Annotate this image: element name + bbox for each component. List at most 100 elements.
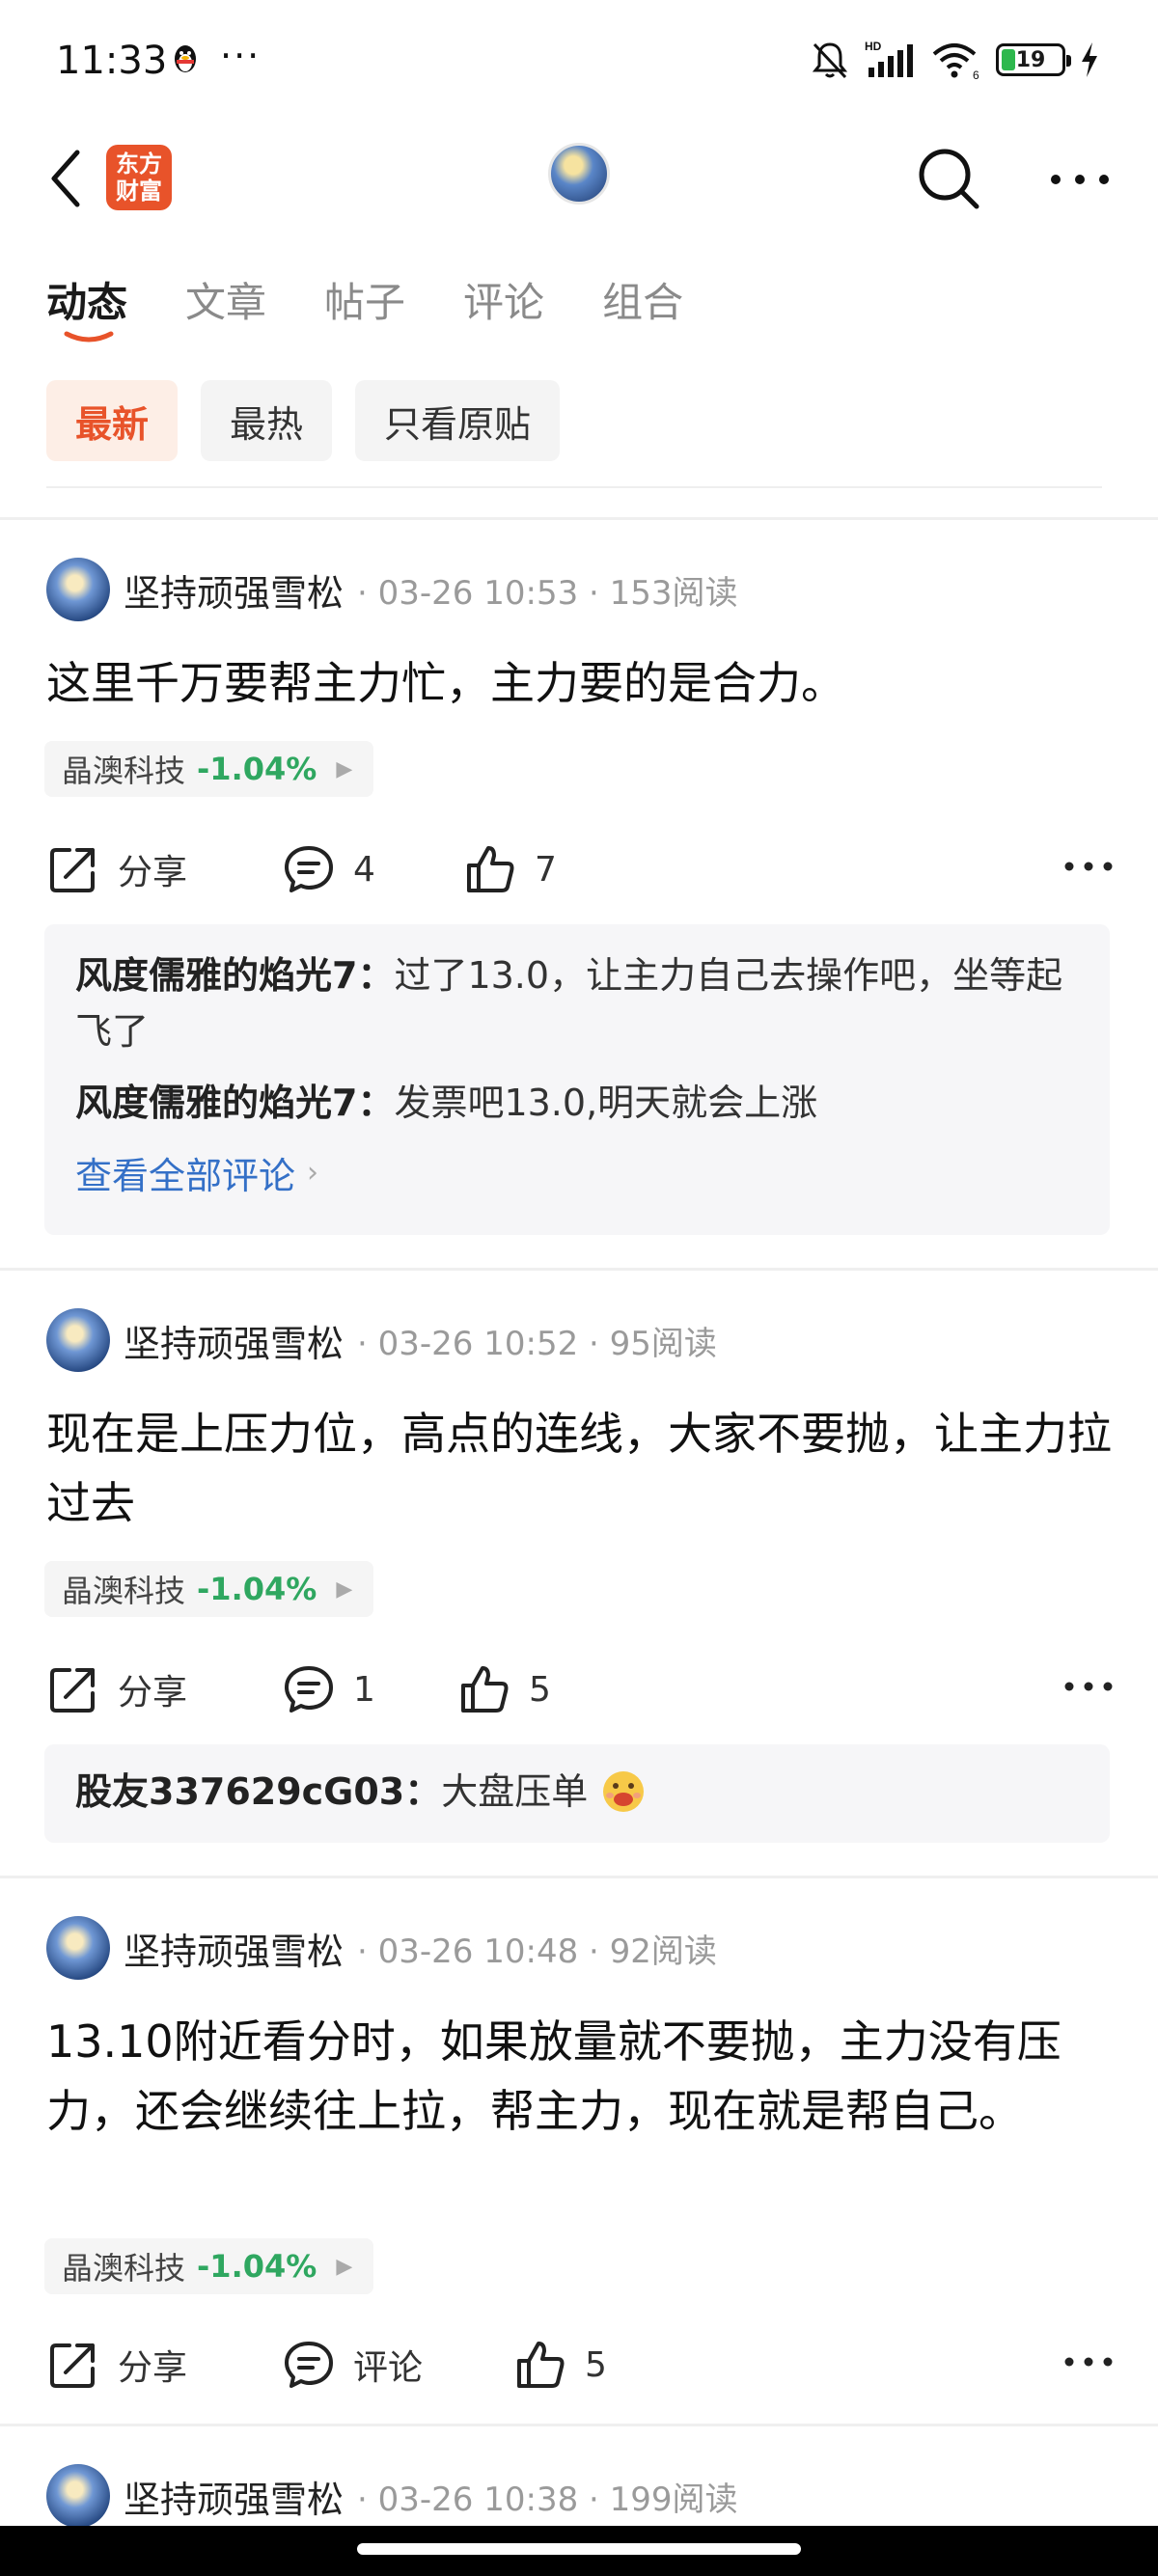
- filter-hottest[interactable]: 最热: [201, 380, 333, 461]
- post-actions: 分享 4 7: [46, 836, 1117, 903]
- post-content[interactable]: 13.10附近看分时，如果放量就不要抛，主力没有压力，还会继续往上拉，帮主力，现…: [46, 2007, 1117, 2146]
- post-header: 坚持顽强雪松 · 03-26 10:53 · 153阅读: [46, 556, 738, 623]
- tab-label: 文章: [185, 279, 267, 326]
- like-button[interactable]: 5: [457, 1656, 551, 1723]
- comment-button[interactable]: 1: [282, 1656, 375, 1723]
- post-meta: · 03-26 10:52 · 95阅读: [357, 1324, 717, 1363]
- play-triangle-icon: ▶: [336, 1576, 353, 1602]
- stock-name: 晶澳科技: [62, 1573, 186, 1609]
- brand-logo[interactable]: 东方财富: [106, 145, 172, 210]
- comment-item[interactable]: 股友337629cG03：大盘压单: [75, 1764, 1079, 1820]
- share-icon: [50, 848, 95, 892]
- tab-posts[interactable]: 帖子: [324, 270, 405, 328]
- avatar[interactable]: [46, 2464, 110, 2528]
- post-content[interactable]: 现在是上压力位，高点的连线，大家不要抛，让主力拉过去: [46, 1399, 1117, 1538]
- tab-dynamics[interactable]: 动态: [46, 270, 127, 343]
- notification-more-icon: ···: [220, 35, 262, 77]
- thumbs-up-icon: [517, 2342, 565, 2388]
- chevron-right-icon: ›: [307, 1156, 319, 1190]
- stock-change: -1.04%: [197, 1571, 317, 1607]
- thumbs-up-icon: [467, 846, 514, 892]
- back-arrow-icon[interactable]: [42, 145, 96, 212]
- emoji-icon: [603, 1771, 645, 1812]
- share-button[interactable]: 分享: [46, 836, 187, 903]
- cellular-signal-icon: HD: [865, 40, 913, 77]
- share-icon: [50, 1668, 95, 1713]
- like-count: 5: [529, 1669, 551, 1710]
- comment-icon: [285, 2342, 333, 2388]
- like-button[interactable]: 7: [463, 836, 557, 903]
- post-meta: · 03-26 10:53 · 153阅读: [357, 573, 738, 613]
- comment-preview[interactable]: 风度儒雅的焰光7：过了13.0，让主力自己去操作吧，坐等起飞了 风度儒雅的焰光7…: [44, 924, 1110, 1235]
- post-content[interactable]: 这里千万要帮主力忙，主力要的是合力。: [46, 648, 1117, 718]
- comment-author[interactable]: 风度儒雅的焰光7：: [75, 1082, 394, 1124]
- more-dots-icon[interactable]: [1060, 1667, 1117, 1706]
- tab-label: 评论: [463, 279, 545, 326]
- stock-tag[interactable]: 晶澳科技 -1.04% ▶: [44, 2238, 374, 2294]
- avatar[interactable]: [46, 558, 110, 621]
- more-dots-icon[interactable]: [1060, 847, 1117, 886]
- comment-item[interactable]: 风度儒雅的焰光7：发票吧13.0,明天就会上涨: [75, 1075, 1079, 1131]
- thumbs-up-icon: [461, 1666, 509, 1713]
- share-button[interactable]: 分享: [46, 1656, 187, 1723]
- comment-text: 发票吧13.0,明天就会上涨: [394, 1082, 818, 1124]
- like-count: 5: [585, 2344, 607, 2385]
- post-author[interactable]: 坚持顽强雪松: [124, 2470, 344, 2523]
- comment-author[interactable]: 股友337629cG03：: [75, 1770, 441, 1813]
- bell-muted-icon: [812, 42, 848, 79]
- filter-latest[interactable]: 最新: [46, 380, 179, 461]
- comment-count: 1: [353, 1669, 375, 1710]
- avatar[interactable]: [46, 1308, 110, 1372]
- share-label: 分享: [118, 853, 188, 892]
- post-author[interactable]: 坚持顽强雪松: [124, 563, 344, 617]
- svg-text:6: 6: [973, 69, 979, 81]
- comment-preview[interactable]: 股友337629cG03：大盘压单: [44, 1744, 1110, 1843]
- charging-bolt-icon: [1082, 42, 1097, 77]
- stock-tag[interactable]: 晶澳科技 -1.04% ▶: [44, 1561, 374, 1617]
- post-header: 坚持顽强雪松 · 03-26 10:38 · 199阅读: [46, 2462, 738, 2530]
- tab-articles[interactable]: 文章: [185, 270, 266, 328]
- home-indicator[interactable]: [357, 2543, 801, 2555]
- battery-indicator: 19: [996, 43, 1071, 76]
- comment-icon: [285, 1666, 333, 1713]
- comment-count: 4: [353, 849, 375, 890]
- stock-name: 晶澳科技: [62, 753, 186, 789]
- more-dots-icon[interactable]: [1060, 2343, 1117, 2381]
- share-label: 分享: [118, 1673, 188, 1713]
- comment-button[interactable]: 4: [282, 836, 375, 903]
- comment-author[interactable]: 风度儒雅的焰光7：: [75, 954, 394, 997]
- profile-avatar[interactable]: [548, 143, 610, 205]
- comment-item[interactable]: 风度儒雅的焰光7：过了13.0，让主力自己去操作吧，坐等起飞了: [75, 947, 1079, 1059]
- divider: [46, 486, 1102, 488]
- tab-portfolio[interactable]: 组合: [602, 270, 683, 328]
- filter-chips: 最新 最热 只看原贴: [46, 380, 561, 461]
- view-all-comments-link[interactable]: 查看全部评论 ›: [75, 1146, 1079, 1199]
- stock-change: -1.04%: [197, 751, 317, 787]
- tab-label: 组合: [602, 279, 684, 326]
- play-triangle-icon: ▶: [336, 756, 353, 781]
- share-button[interactable]: 分享: [46, 2331, 187, 2398]
- stock-name: 晶澳科技: [62, 2250, 186, 2287]
- status-bar: 11:33 ··· HD 6 19: [0, 0, 1158, 125]
- post-author[interactable]: 坚持顽强雪松: [124, 1922, 344, 1975]
- tab-comments[interactable]: 评论: [463, 270, 544, 328]
- divider: [0, 1876, 1158, 1878]
- tab-active-indicator: [64, 331, 114, 343]
- post-actions: 分享 评论 5: [46, 2331, 1117, 2398]
- like-button[interactable]: 5: [513, 2331, 607, 2398]
- comment-button[interactable]: 评论: [282, 2331, 423, 2398]
- top-app-bar: 东方财富: [0, 125, 1158, 232]
- more-dots-icon[interactable]: [1046, 160, 1114, 199]
- tab-bar: 动态 文章 帖子 评论 组合: [46, 270, 683, 343]
- divider: [0, 1268, 1158, 1271]
- post-header: 坚持顽强雪松 · 03-26 10:52 · 95阅读: [46, 1306, 717, 1374]
- stock-tag[interactable]: 晶澳科技 -1.04% ▶: [44, 741, 374, 797]
- search-icon[interactable]: [915, 145, 982, 212]
- status-icons: HD 6 19: [809, 40, 1100, 81]
- avatar[interactable]: [46, 1916, 110, 1980]
- comment-icon: [285, 846, 333, 892]
- filter-original-only[interactable]: 只看原贴: [355, 380, 561, 461]
- post-author[interactable]: 坚持顽强雪松: [124, 1314, 344, 1367]
- svg-text:HD: HD: [865, 40, 882, 53]
- tab-label: 帖子: [324, 279, 406, 326]
